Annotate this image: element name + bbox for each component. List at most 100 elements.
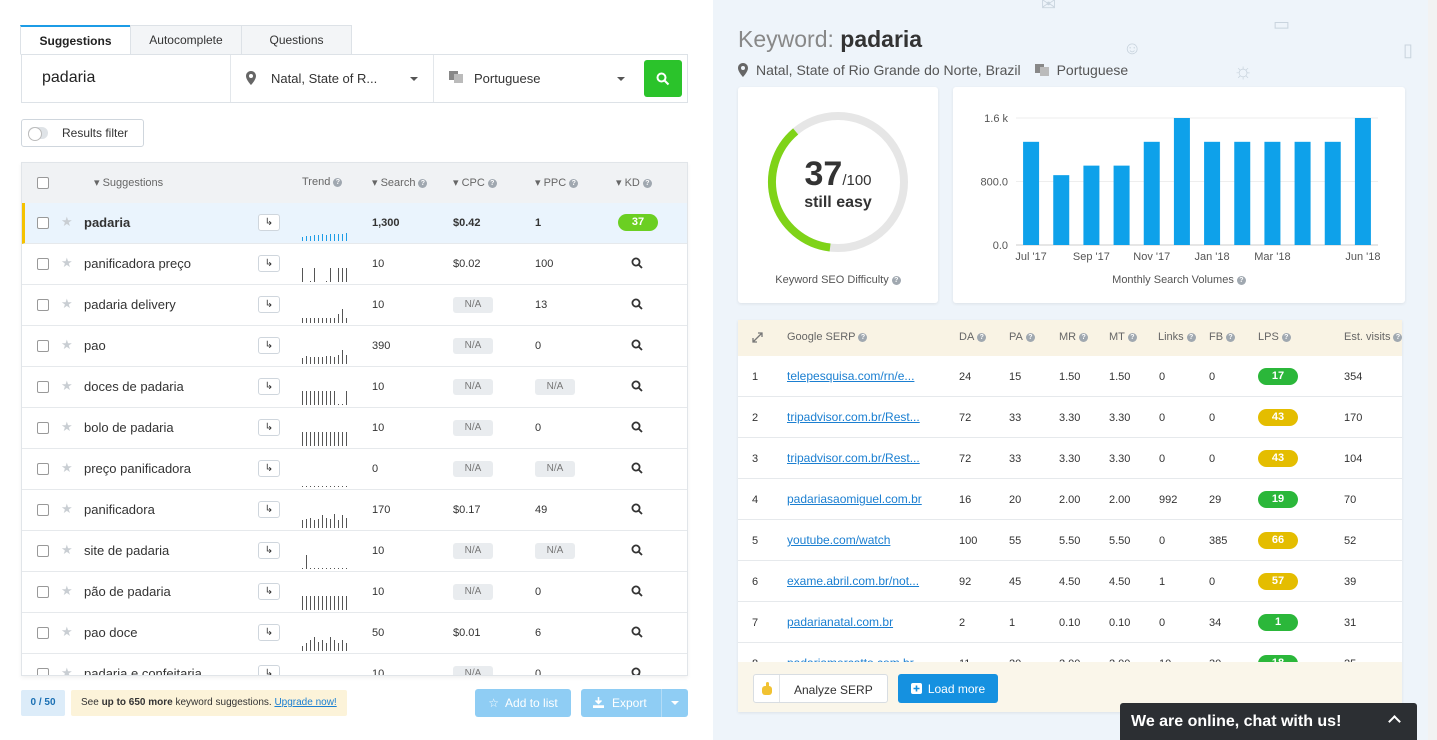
help-icon[interactable]: ? xyxy=(642,179,652,188)
help-icon[interactable]: ? xyxy=(333,178,343,187)
serp-url-link[interactable]: youtube.com/watch xyxy=(787,533,890,547)
keyword-text[interactable]: panificadora preço xyxy=(84,256,191,271)
serp-url-link[interactable]: padarianatal.com.br xyxy=(787,615,893,629)
use-keyword-button[interactable]: ↳ xyxy=(258,460,280,477)
results-filter-toggle[interactable]: Results filter xyxy=(21,119,144,147)
use-keyword-button[interactable]: ↳ xyxy=(258,665,280,675)
tab-autocomplete[interactable]: Autocomplete xyxy=(130,25,242,55)
upgrade-link[interactable]: Upgrade now! xyxy=(274,697,336,708)
tab-questions[interactable]: Questions xyxy=(241,25,352,55)
row-checkbox[interactable] xyxy=(37,258,49,270)
help-icon[interactable]: ? xyxy=(418,179,428,188)
row-checkbox[interactable] xyxy=(37,299,49,311)
header-kd[interactable]: ▾ KD? xyxy=(616,176,652,189)
location-select[interactable]: Natal, State of R... xyxy=(231,55,434,102)
keyword-text[interactable]: pao xyxy=(84,338,106,353)
row-checkbox[interactable] xyxy=(37,217,49,229)
help-icon[interactable]: ? xyxy=(1186,333,1196,342)
star-icon[interactable]: ★ xyxy=(61,460,73,476)
help-icon[interactable]: ? xyxy=(1236,276,1246,285)
search-icon[interactable] xyxy=(631,380,643,392)
search-icon[interactable] xyxy=(631,626,643,638)
row-checkbox[interactable] xyxy=(37,627,49,639)
serp-url-link[interactable]: padariasaomiguel.com.br xyxy=(787,492,922,506)
star-icon[interactable]: ★ xyxy=(61,665,73,675)
analyze-serp-button[interactable]: Analyze SERP xyxy=(753,674,888,703)
use-keyword-button[interactable]: ↳ xyxy=(258,419,280,436)
row-checkbox[interactable] xyxy=(37,504,49,516)
use-keyword-button[interactable]: ↳ xyxy=(258,255,280,272)
search-icon[interactable] xyxy=(631,339,643,351)
star-icon[interactable]: ★ xyxy=(61,296,73,312)
table-row[interactable]: ★ padaria ↳ 1,300 $0.42 1 37 xyxy=(22,203,687,244)
help-icon[interactable]: ? xyxy=(569,179,579,188)
table-row[interactable]: ★ pao doce ↳ 50 $0.01 6 xyxy=(22,613,687,654)
use-keyword-button[interactable]: ↳ xyxy=(258,542,280,559)
table-row[interactable]: ★ site de padaria ↳ 10 N/A N/A xyxy=(22,531,687,572)
serp-url-link[interactable]: exame.abril.com.br/not... xyxy=(787,574,919,588)
table-row[interactable]: ★ preço panificadora ↳ 0 N/A N/A xyxy=(22,449,687,490)
help-icon[interactable]: ? xyxy=(487,179,497,188)
help-icon[interactable]: ? xyxy=(1127,333,1137,342)
serp-url-link[interactable]: tripadvisor.com.br/Rest... xyxy=(787,451,920,465)
table-row[interactable]: ★ panificadora preço ↳ 10 $0.02 100 xyxy=(22,244,687,285)
header-search[interactable]: ▾ Search? xyxy=(372,176,428,189)
load-more-button[interactable]: Load more xyxy=(898,674,998,703)
table-row[interactable]: ★ pao ↳ 390 N/A 0 xyxy=(22,326,687,367)
serp-url-link[interactable]: telepesquisa.com/rn/e... xyxy=(787,369,914,383)
star-icon[interactable]: ★ xyxy=(61,255,73,271)
star-icon[interactable]: ★ xyxy=(61,378,73,394)
table-row[interactable]: ★ panificadora ↳ 170 $0.17 49 xyxy=(22,490,687,531)
search-icon[interactable] xyxy=(631,298,643,310)
star-icon[interactable]: ★ xyxy=(61,624,73,640)
star-icon[interactable]: ★ xyxy=(61,337,73,353)
keyword-text[interactable]: padaria delivery xyxy=(84,297,176,312)
header-suggestions[interactable]: ▾ Suggestions xyxy=(94,176,163,189)
table-row[interactable]: ★ padaria delivery ↳ 10 N/A 13 xyxy=(22,285,687,326)
use-keyword-button[interactable]: ↳ xyxy=(258,583,280,600)
keyword-text[interactable]: pao doce xyxy=(84,625,138,640)
row-checkbox[interactable] xyxy=(37,463,49,475)
use-keyword-button[interactable]: ↳ xyxy=(258,296,280,313)
use-keyword-button[interactable]: ↳ xyxy=(258,337,280,354)
star-icon[interactable]: ★ xyxy=(61,542,73,558)
chat-widget[interactable]: We are online, chat with us! xyxy=(1120,703,1417,740)
row-checkbox[interactable] xyxy=(37,340,49,352)
keyword-text[interactable]: padaria xyxy=(84,215,130,230)
tab-suggestions[interactable]: Suggestions xyxy=(20,25,131,55)
serp-url-link[interactable]: tripadvisor.com.br/Rest... xyxy=(787,410,920,424)
search-icon[interactable] xyxy=(631,544,643,556)
row-checkbox[interactable] xyxy=(37,422,49,434)
search-icon[interactable] xyxy=(631,585,643,597)
help-icon[interactable]: ? xyxy=(891,276,901,285)
use-keyword-button[interactable]: ↳ xyxy=(258,624,280,641)
export-button[interactable]: Export xyxy=(581,689,688,717)
star-icon[interactable]: ★ xyxy=(61,214,73,230)
table-row[interactable]: ★ pão de padaria ↳ 10 N/A 0 xyxy=(22,572,687,613)
search-button[interactable] xyxy=(644,60,682,97)
use-keyword-button[interactable]: ↳ xyxy=(258,378,280,395)
chevron-up-icon[interactable] xyxy=(1388,715,1401,728)
row-checkbox[interactable] xyxy=(37,381,49,393)
scrollbar[interactable] xyxy=(1428,0,1437,740)
keyword-text[interactable]: preço panificadora xyxy=(84,461,191,476)
expand-icon[interactable] xyxy=(752,332,763,343)
search-icon[interactable] xyxy=(631,421,643,433)
header-cpc[interactable]: ▾ CPC? xyxy=(453,176,497,189)
add-to-list-button[interactable]: ☆ Add to list xyxy=(475,689,571,717)
help-icon[interactable]: ? xyxy=(1079,333,1089,342)
keyword-text[interactable]: bolo de padaria xyxy=(84,420,174,435)
help-icon[interactable]: ? xyxy=(977,333,987,342)
table-row[interactable]: ★ bolo de padaria ↳ 10 N/A 0 xyxy=(22,408,687,449)
star-icon[interactable]: ★ xyxy=(61,419,73,435)
row-checkbox[interactable] xyxy=(37,545,49,557)
search-icon[interactable] xyxy=(631,257,643,269)
keyword-input[interactable]: padaria xyxy=(22,55,231,102)
search-icon[interactable] xyxy=(631,462,643,474)
row-checkbox[interactable] xyxy=(37,668,49,675)
header-ppc[interactable]: ▾ PPC? xyxy=(535,176,579,189)
select-all-checkbox[interactable] xyxy=(37,177,49,189)
help-icon[interactable]: ? xyxy=(1281,333,1291,342)
search-icon[interactable] xyxy=(631,667,643,676)
keyword-text[interactable]: pão de padaria xyxy=(84,584,171,599)
